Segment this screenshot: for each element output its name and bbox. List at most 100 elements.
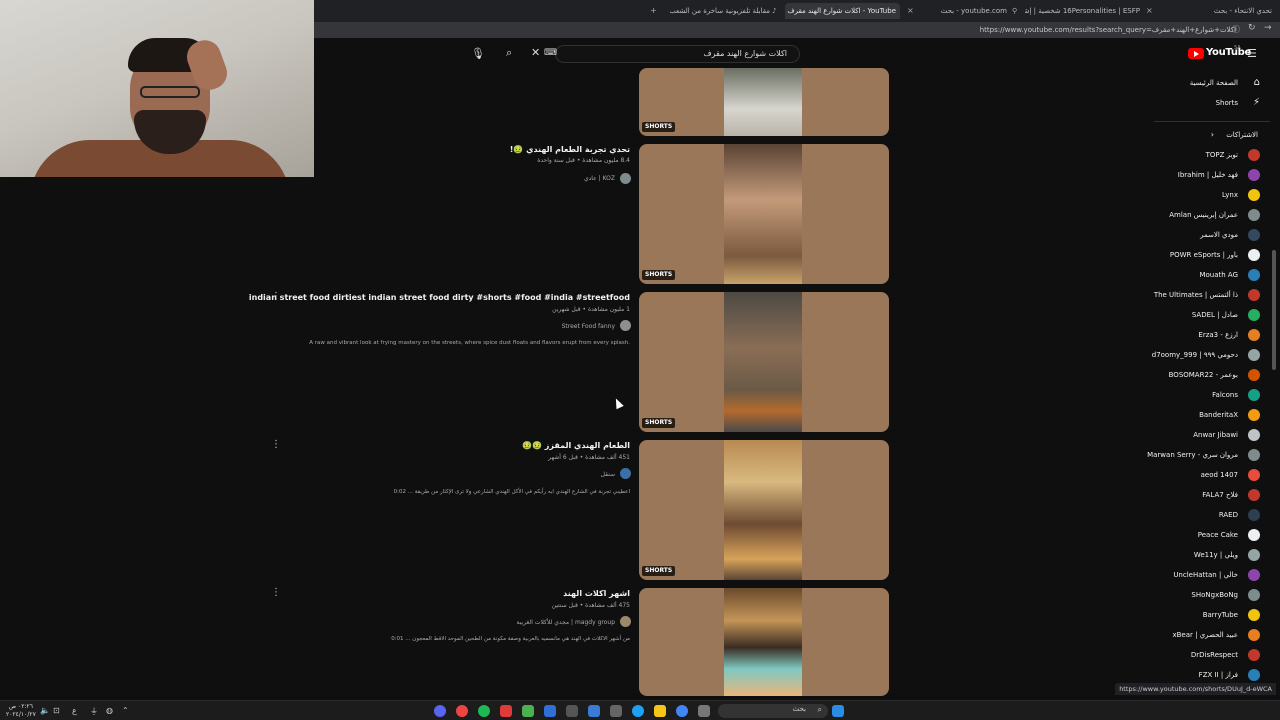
- channel-name[interactable]: مجدي للأكلات الغريبة | magdy group: [517, 619, 616, 626]
- subscription-name: FALA7 فلاح: [1202, 491, 1238, 499]
- tray-expand-icon[interactable]: ⌃: [122, 706, 129, 715]
- browser-tab-active[interactable]: YouTube - اكلات شوارع الهند مقرف: [785, 3, 900, 19]
- browser-tab[interactable]: 16Personalities | ESFP شخصية | إشتوا: [1025, 3, 1140, 19]
- channel-name[interactable]: Street Food fanny: [562, 323, 615, 330]
- channel-avatar[interactable]: [620, 468, 631, 479]
- subscription-avatar: [1248, 429, 1260, 441]
- subscription-avatar: [1248, 189, 1260, 201]
- home-icon: ⌂: [1253, 77, 1260, 88]
- subscription-avatar: [1248, 409, 1260, 421]
- result-meta: 475 ألف مشاهدة • قبل سنتين: [551, 602, 630, 609]
- subscription-name: BOSOMAR22 - بوعمر: [1168, 371, 1238, 379]
- shorts-badge: SHORTS: [642, 122, 676, 132]
- subscription-avatar: [1248, 169, 1260, 181]
- settings-icon[interactable]: [566, 705, 578, 717]
- menu-icon[interactable]: ☰: [1247, 47, 1257, 61]
- subscription-name: SHoNgxBoNg: [1191, 591, 1238, 599]
- more-options-icon[interactable]: ⋮: [271, 439, 281, 450]
- mouse-cursor: [612, 396, 624, 410]
- channel-avatar[interactable]: [620, 616, 631, 627]
- taskbar-clock[interactable]: ٠٢:٢٦ ص ٢٠٢٤/١٠/٢٧: [6, 703, 36, 719]
- result-thumbnail[interactable]: SHORTS: [639, 68, 889, 136]
- windows-start-icon[interactable]: [832, 705, 844, 717]
- browser-tab[interactable]: مقابلة تلفزيونية ساخرة من الشعب الـ: [670, 3, 770, 19]
- spotify-icon[interactable]: [478, 705, 490, 717]
- search-input[interactable]: اكلات شوارع الهند مقرف: [703, 49, 787, 58]
- subscription-name: Marwan Serry - مروان سري: [1147, 451, 1238, 459]
- close-tab-icon[interactable]: ×: [1146, 3, 1153, 19]
- subscription-avatar: [1248, 509, 1260, 521]
- wps-icon[interactable]: [500, 705, 512, 717]
- clear-search-icon[interactable]: ✕: [531, 46, 540, 60]
- result-thumbnail[interactable]: SHORTS: [639, 144, 889, 284]
- opera-icon[interactable]: [456, 705, 468, 717]
- store-icon[interactable]: [610, 705, 622, 717]
- reload-icon[interactable]: ↻: [1248, 23, 1256, 33]
- more-options-icon[interactable]: ⋮: [271, 587, 281, 598]
- result-title[interactable]: indian street food dirtiest indian stree…: [249, 293, 630, 302]
- app-icon[interactable]: [522, 705, 534, 717]
- mail-icon[interactable]: [588, 705, 600, 717]
- result-thumbnail[interactable]: [639, 588, 889, 696]
- new-tab-button[interactable]: +: [650, 3, 657, 19]
- shorts-badge: SHORTS: [642, 270, 676, 280]
- channel-name[interactable]: عادي | KOZ: [584, 175, 615, 182]
- subscription-name: Peace Cake: [1197, 531, 1238, 539]
- browser-tab[interactable]: youtube.com - بحث: [912, 3, 1007, 19]
- youtube-logo[interactable]: YouTube SA: [1188, 45, 1251, 61]
- result-description: من أشهر الاكلات في الهند هي مانسميه بالع…: [391, 636, 630, 642]
- speaker-icon[interactable]: 🔈: [40, 706, 50, 715]
- result-title[interactable]: تحدي تجربة الطعام الهندي 🤢!: [510, 145, 630, 154]
- result-thumbnail[interactable]: SHORTS: [639, 440, 889, 580]
- microphone-icon[interactable]: 🎙: [471, 47, 485, 61]
- shield-icon[interactable]: [544, 705, 556, 717]
- sidebar-scrollbar[interactable]: [1272, 250, 1276, 370]
- network-icon[interactable]: ⊡: [53, 706, 60, 715]
- subscription-name: POWR eSports | باور: [1169, 251, 1238, 259]
- discord-icon[interactable]: [434, 705, 446, 717]
- channel-avatar[interactable]: [620, 320, 631, 331]
- edge-icon[interactable]: [632, 705, 644, 717]
- subscription-name: Anwar Jibawi: [1193, 431, 1238, 439]
- tray-icon[interactable]: ◍: [106, 706, 113, 715]
- channel-avatar[interactable]: [620, 173, 631, 184]
- url-text[interactable]: https://www.youtube.com/results?search_q…: [980, 24, 1236, 36]
- result-title[interactable]: الطعام الهندي المقزز 🤢🤢: [522, 441, 630, 450]
- result-description: اعطيني تجربة في الشارع الهندي ايه رأيكم …: [393, 489, 630, 495]
- info-icon[interactable]: ⓘ: [1232, 24, 1240, 35]
- webcam-person-glasses: [140, 86, 200, 98]
- channel-name[interactable]: سنقل: [601, 471, 615, 478]
- search-box[interactable]: اكلات شوارع الهند مقرف: [555, 45, 800, 63]
- subscription-name: DrDisRespect: [1190, 651, 1238, 659]
- chrome-icon[interactable]: [676, 705, 688, 717]
- subscription-avatar: [1248, 249, 1260, 261]
- result-meta: 1 مليون مشاهدة • قبل شهرين: [552, 306, 630, 313]
- browser-tab[interactable]: تحدي الانتحاء - بحث: [1160, 3, 1272, 19]
- tiktok-icon: ♪: [772, 7, 777, 15]
- subscription-name: We11y | ويلي: [1193, 551, 1238, 559]
- youtube-play-icon: [1188, 48, 1204, 59]
- subscription-avatar: [1248, 309, 1260, 321]
- subscription-avatar: [1248, 349, 1260, 361]
- thumbnail-frame: [724, 292, 802, 432]
- result-description: A raw and vibrant look at frying mastery…: [309, 340, 630, 346]
- subscription-name: The Ultimates | ذا ألتمتس: [1153, 291, 1238, 299]
- task-view-icon[interactable]: [698, 705, 710, 717]
- keyboard-icon[interactable]: ⌨: [544, 46, 557, 60]
- more-options-icon[interactable]: ⋮: [271, 291, 281, 302]
- usb-icon[interactable]: ⏚: [90, 706, 98, 717]
- result-title[interactable]: اشهر اكلات الهند: [563, 589, 630, 598]
- forward-icon[interactable]: →: [1264, 23, 1272, 33]
- subscription-name: BarryTube: [1202, 611, 1238, 619]
- result-meta: 8.4 مليون مشاهدة • قبل سنة واحدة: [537, 157, 630, 164]
- subscription-avatar: [1248, 149, 1260, 161]
- result-thumbnail[interactable]: SHORTS: [639, 292, 889, 432]
- chevron-icon: ›: [1210, 130, 1214, 139]
- taskbar-search[interactable]: بحث ⌕: [718, 704, 828, 718]
- file-explorer-icon[interactable]: [654, 705, 666, 717]
- search-icon[interactable]: ⌕: [506, 46, 512, 60]
- language-icon[interactable]: ع: [72, 706, 77, 715]
- taskbar-date: ٢٠٢٤/١٠/٢٧: [6, 711, 36, 718]
- subscription-avatar: [1248, 209, 1260, 221]
- subscription-avatar: [1248, 389, 1260, 401]
